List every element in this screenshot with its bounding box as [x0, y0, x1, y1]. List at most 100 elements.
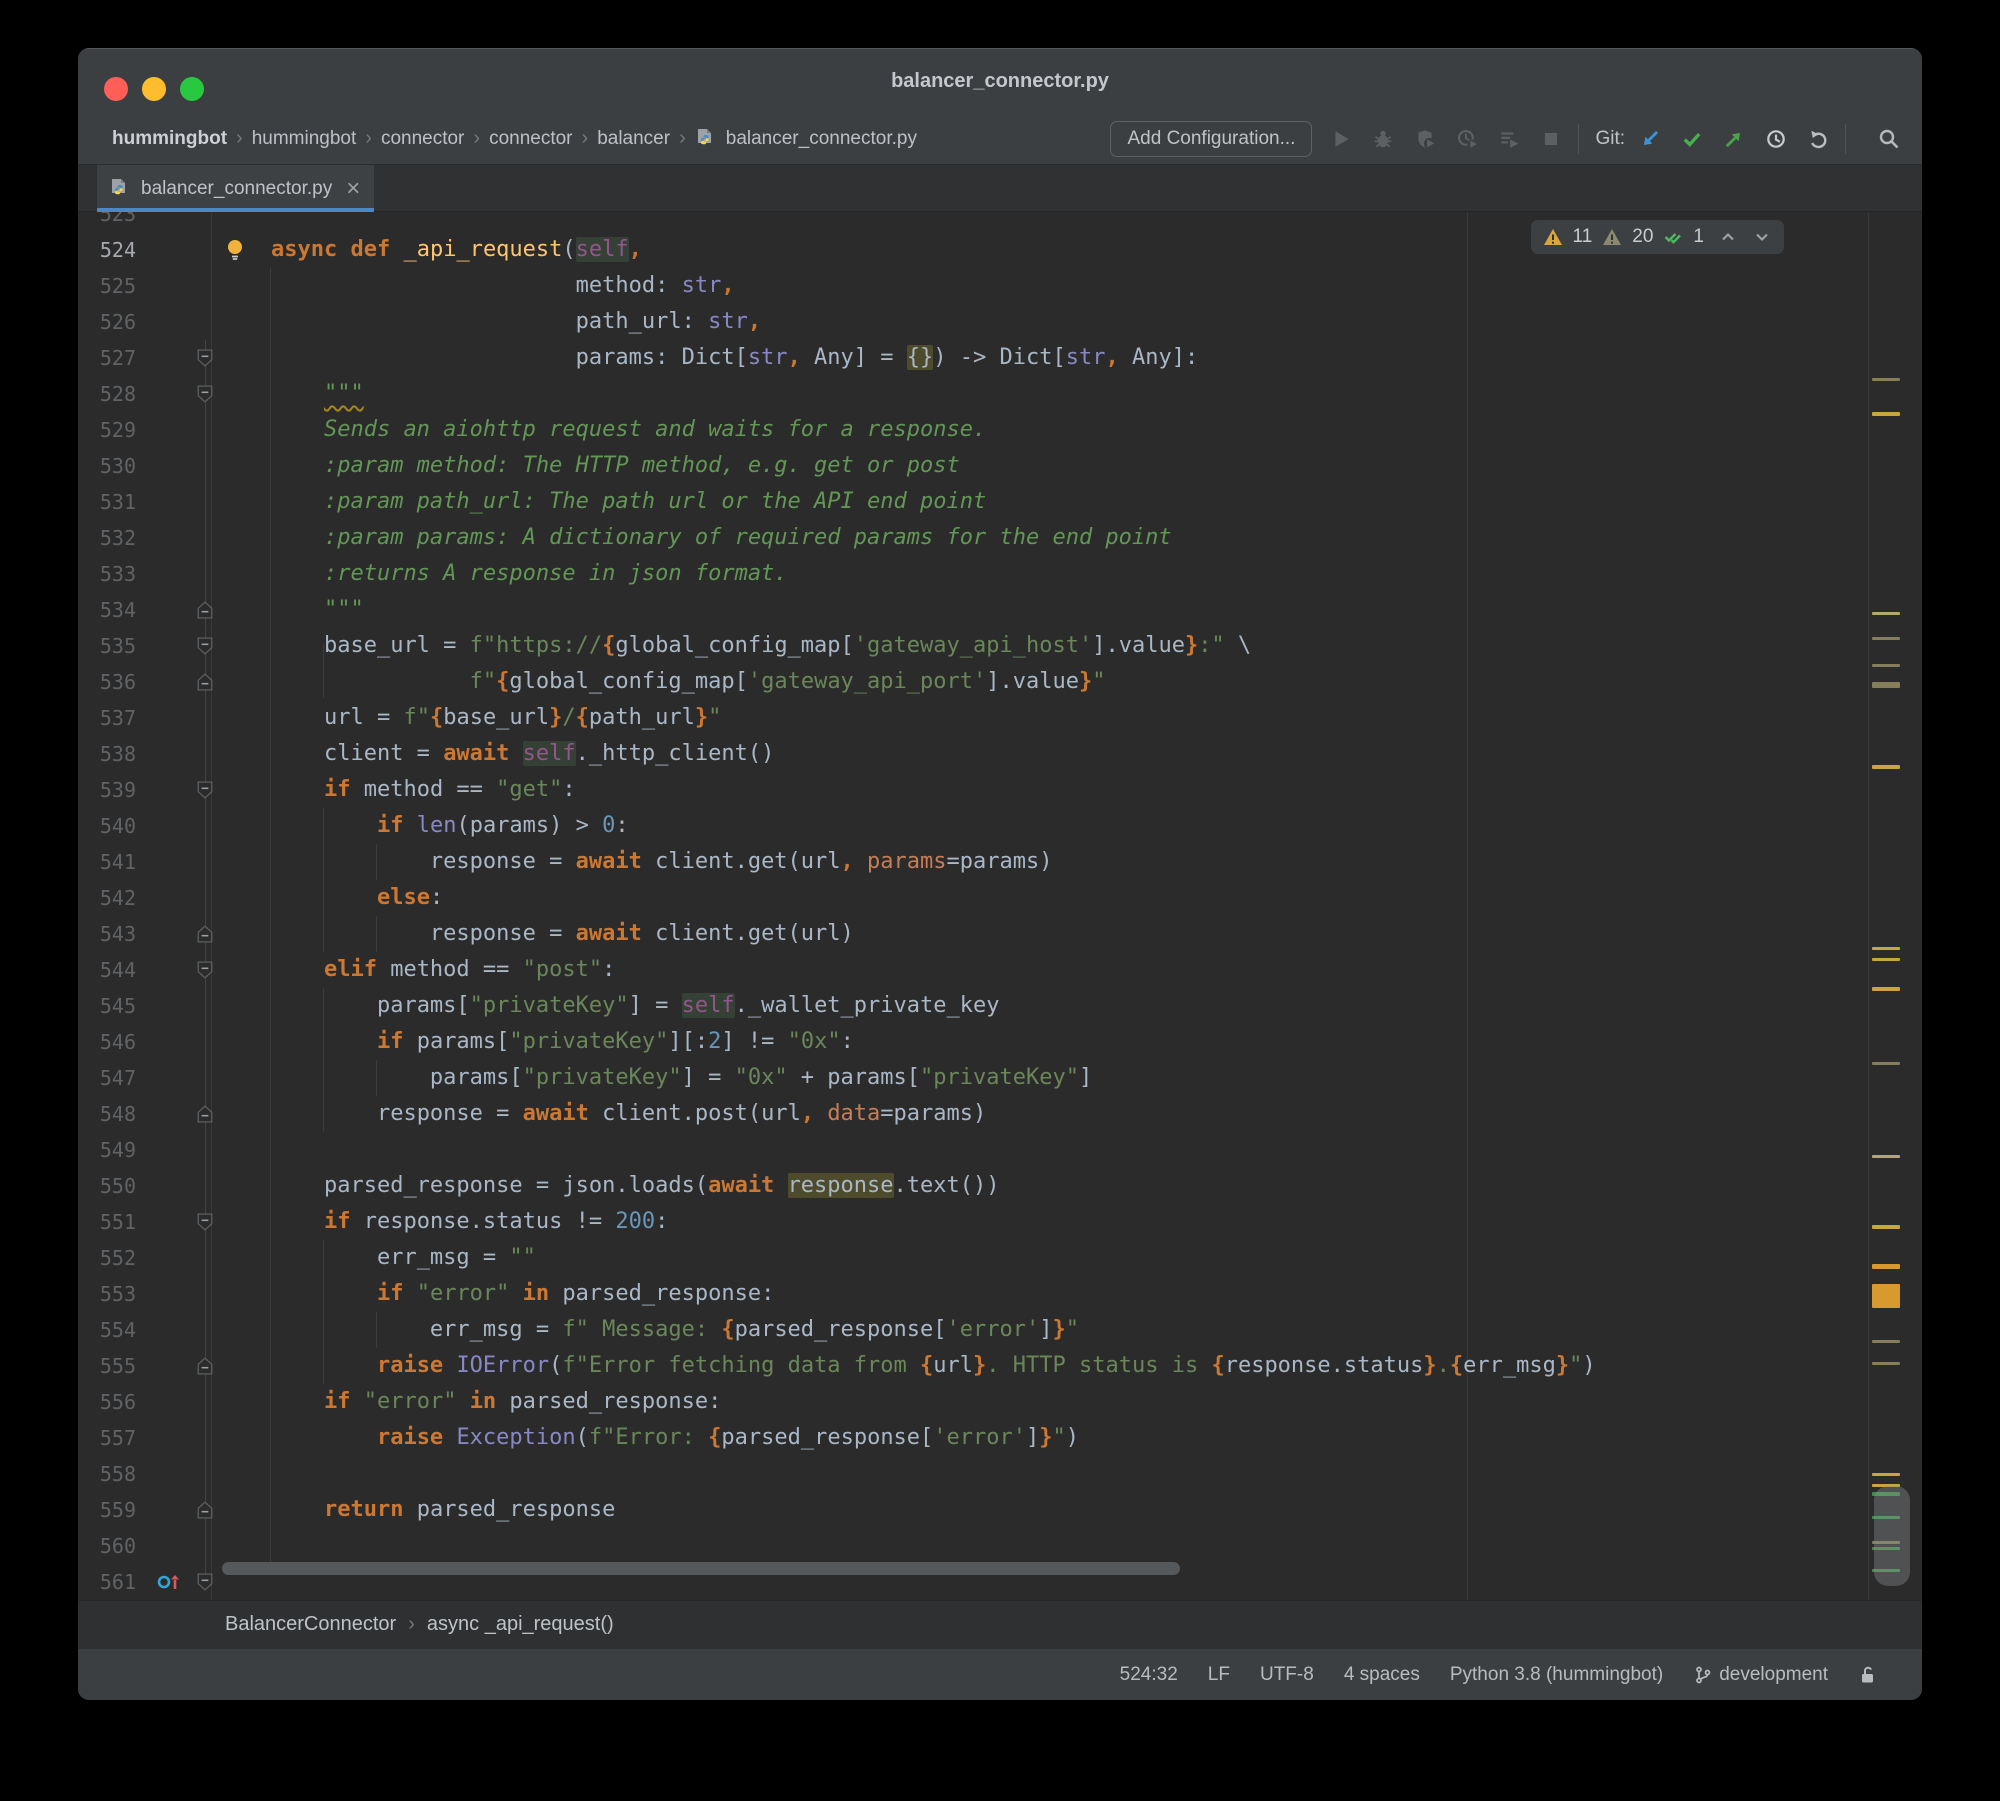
code-line[interactable]: 555 raise IOError(f"Error fetching data …	[78, 1348, 1922, 1384]
code-editor[interactable]: 523524 async def _api_request(self,525 m…	[78, 212, 1922, 1600]
fold-region-start-icon[interactable]	[197, 637, 213, 655]
search-icon[interactable]	[1878, 128, 1900, 150]
error-stripe-mark[interactable]	[1872, 612, 1900, 615]
error-stripe-mark[interactable]	[1872, 987, 1900, 991]
line-number[interactable]: 560	[78, 1528, 136, 1564]
error-stripe-mark[interactable]	[1872, 958, 1900, 961]
line-number[interactable]: 545	[78, 988, 136, 1024]
code-line[interactable]: 532 :param params: A dictionary of requi…	[78, 520, 1922, 556]
line-number[interactable]: 548	[78, 1096, 136, 1132]
fold-region-end-icon[interactable]	[197, 1501, 213, 1519]
code-line[interactable]: 550 parsed_response = json.loads(await r…	[78, 1168, 1922, 1204]
line-number[interactable]: 553	[78, 1276, 136, 1312]
line-number[interactable]: 525	[78, 268, 136, 304]
code-line[interactable]: 556 if "error" in parsed_response:	[78, 1384, 1922, 1420]
error-stripe-mark[interactable]	[1872, 664, 1900, 667]
line-number[interactable]: 537	[78, 700, 136, 736]
breadcrumb-method[interactable]: async _api_request()	[427, 1613, 614, 1636]
line-number[interactable]: 540	[78, 808, 136, 844]
line-number[interactable]: 535	[78, 628, 136, 664]
fold-region-end-icon[interactable]	[197, 1105, 213, 1123]
line-separator[interactable]: LF	[1208, 1664, 1230, 1686]
code-line[interactable]: 560	[78, 1528, 1922, 1564]
line-number[interactable]: 544	[78, 952, 136, 988]
line-number[interactable]: 536	[78, 664, 136, 700]
fold-region-end-icon[interactable]	[197, 673, 213, 691]
code-line[interactable]: 536 f"{global_config_map['gateway_api_po…	[78, 664, 1922, 700]
rollback-icon[interactable]	[1807, 128, 1829, 150]
error-stripe-mark[interactable]	[1872, 1340, 1900, 1343]
code-line[interactable]: 543 response = await client.get(url)	[78, 916, 1922, 952]
fold-region-start-icon[interactable]	[197, 349, 213, 367]
line-number[interactable]: 552	[78, 1240, 136, 1276]
code-line[interactable]: 546 if params["privateKey"][:2] != "0x":	[78, 1024, 1922, 1060]
horizontal-scrollbar[interactable]	[222, 1562, 1180, 1575]
line-number[interactable]: 539	[78, 772, 136, 808]
tab-balancer-connector[interactable]: balancer_connector.py ×	[97, 165, 374, 212]
error-stripe-mark[interactable]	[1872, 682, 1900, 688]
error-stripe-mark[interactable]	[1872, 765, 1900, 769]
breadcrumb-item[interactable]: connector	[489, 128, 572, 150]
code-line[interactable]: 534 """	[78, 592, 1922, 628]
breadcrumb-item[interactable]: balancer_connector.py	[726, 128, 917, 150]
code-line[interactable]: 545 params["privateKey"] = self._wallet_…	[78, 988, 1922, 1024]
line-number[interactable]: 559	[78, 1492, 136, 1528]
fold-region-start-icon[interactable]	[197, 961, 213, 979]
line-number[interactable]: 547	[78, 1060, 136, 1096]
code-line[interactable]: 544 elif method == "post":	[78, 952, 1922, 988]
breadcrumb-item[interactable]: balancer	[597, 128, 670, 150]
code-line[interactable]: 538 client = await self._http_client()	[78, 736, 1922, 772]
add-configuration-button[interactable]: Add Configuration...	[1110, 121, 1312, 157]
line-number[interactable]: 554	[78, 1312, 136, 1348]
code-line[interactable]: 539 if method == "get":	[78, 772, 1922, 808]
unlock-icon[interactable]	[1858, 1665, 1878, 1685]
code-line[interactable]: 530 :param method: The HTTP method, e.g.…	[78, 448, 1922, 484]
inspections-widget[interactable]: 11 20 1	[1531, 220, 1784, 254]
line-number[interactable]: 549	[78, 1132, 136, 1168]
python-interpreter[interactable]: Python 3.8 (hummingbot)	[1450, 1664, 1663, 1686]
error-stripe-mark[interactable]	[1872, 1473, 1900, 1476]
error-stripe-mark[interactable]	[1872, 1155, 1900, 1158]
code-line[interactable]: 547 params["privateKey"] = "0x" + params…	[78, 1060, 1922, 1096]
line-number[interactable]: 561	[78, 1564, 136, 1600]
error-stripe-mark[interactable]	[1872, 1362, 1900, 1365]
code-line[interactable]: 525 method: str,	[78, 268, 1922, 304]
code-line[interactable]: 529 Sends an aiohttp request and waits f…	[78, 412, 1922, 448]
close-tab-icon[interactable]: ×	[346, 179, 360, 199]
title-bar[interactable]: balancer_connector.py	[78, 48, 1922, 113]
fold-region-start-icon[interactable]	[197, 1573, 213, 1591]
error-stripe-mark[interactable]	[1872, 1062, 1900, 1065]
line-number[interactable]: 558	[78, 1456, 136, 1492]
line-number[interactable]: 546	[78, 1024, 136, 1060]
line-number[interactable]: 532	[78, 520, 136, 556]
error-stripe-mark[interactable]	[1872, 1284, 1900, 1308]
code-line[interactable]: 551 if response.status != 200:	[78, 1204, 1922, 1240]
history-icon[interactable]	[1765, 128, 1787, 150]
next-problem-icon[interactable]	[1752, 227, 1772, 247]
line-number[interactable]: 528	[78, 376, 136, 412]
error-stripe-mark[interactable]	[1872, 637, 1900, 640]
code-line[interactable]: 527 params: Dict[str, Any] = {}) -> Dict…	[78, 340, 1922, 376]
error-stripe-mark[interactable]	[1872, 1225, 1900, 1229]
line-number[interactable]: 555	[78, 1348, 136, 1384]
indent-style[interactable]: 4 spaces	[1344, 1664, 1420, 1686]
code-line[interactable]: 558	[78, 1456, 1922, 1492]
push-icon[interactable]	[1723, 128, 1745, 150]
code-line[interactable]: 552 err_msg = ""	[78, 1240, 1922, 1276]
line-number[interactable]: 530	[78, 448, 136, 484]
error-stripe-mark[interactable]	[1872, 1264, 1900, 1269]
fold-region-start-icon[interactable]	[197, 385, 213, 403]
line-number[interactable]: 527	[78, 340, 136, 376]
breadcrumb-item[interactable]: hummingbot	[112, 128, 227, 150]
line-number[interactable]: 541	[78, 844, 136, 880]
code-line[interactable]: 559 return parsed_response	[78, 1492, 1922, 1528]
line-number[interactable]: 550	[78, 1168, 136, 1204]
code-line[interactable]: 540 if len(params) > 0:	[78, 808, 1922, 844]
fold-region-start-icon[interactable]	[197, 1213, 213, 1231]
line-number[interactable]: 523	[78, 212, 136, 232]
line-number[interactable]: 542	[78, 880, 136, 916]
code-line[interactable]: 554 err_msg = f" Message: {parsed_respon…	[78, 1312, 1922, 1348]
fold-region-end-icon[interactable]	[197, 601, 213, 619]
code-line[interactable]: 549	[78, 1132, 1922, 1168]
breadcrumb-item[interactable]: hummingbot	[252, 128, 357, 150]
